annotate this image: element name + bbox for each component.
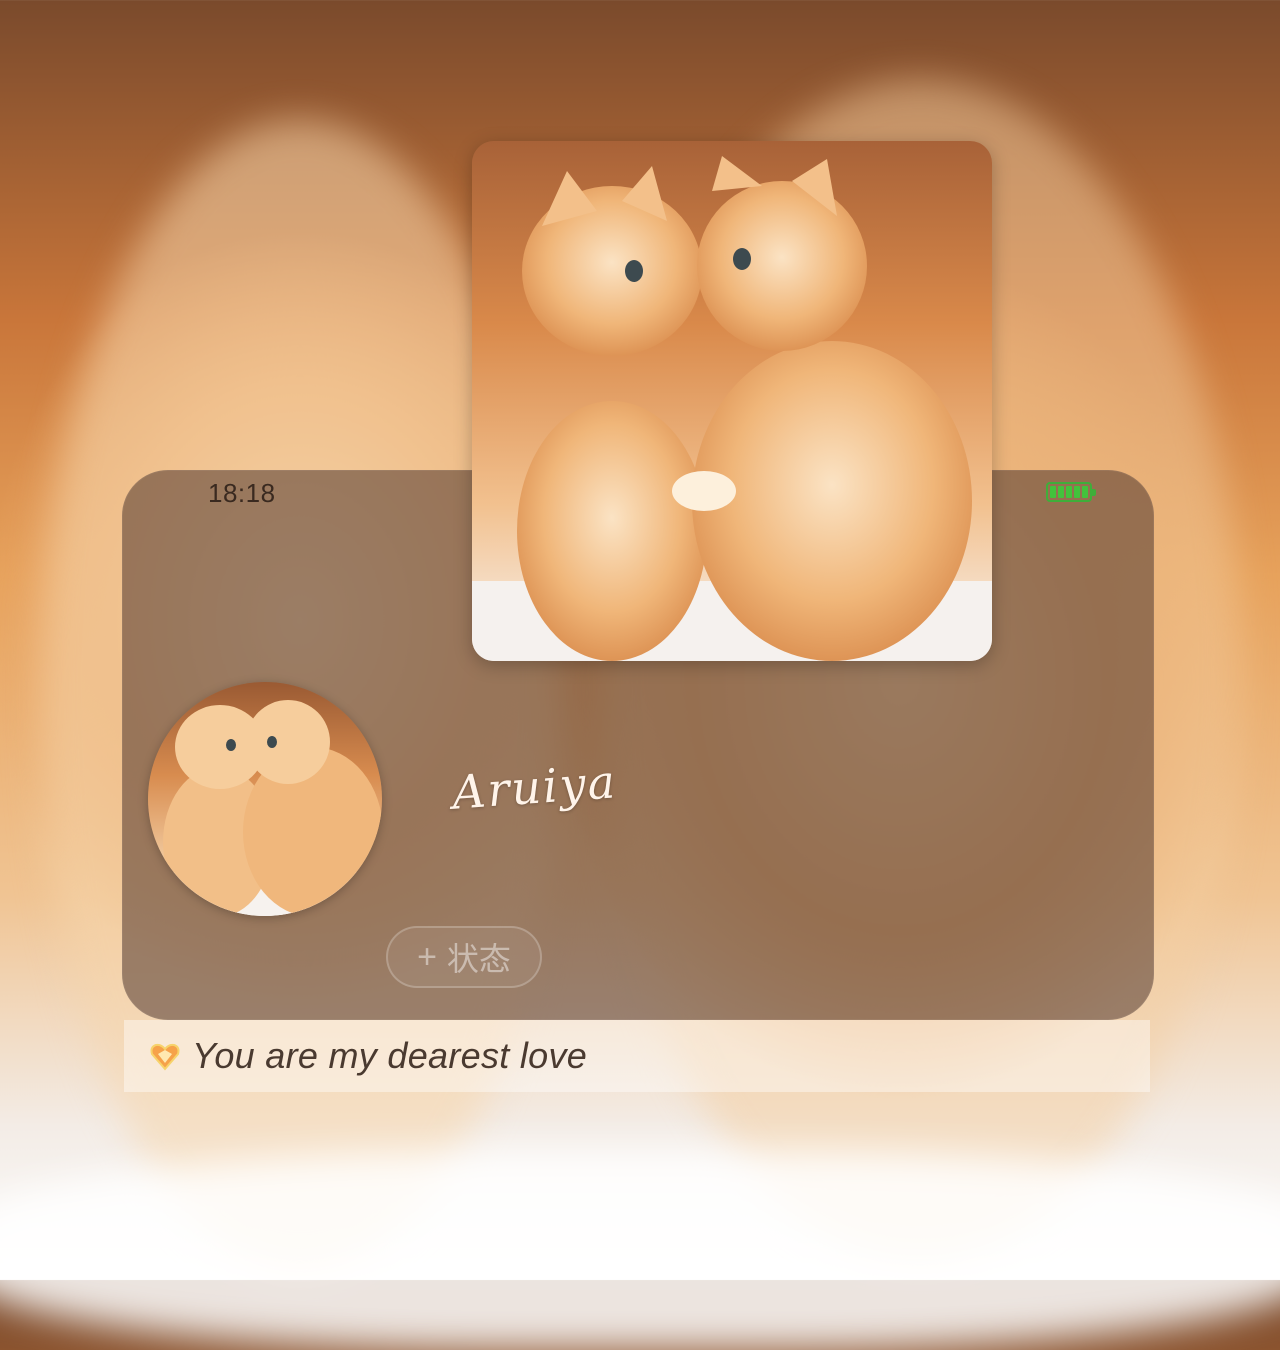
avatar[interactable] [148, 682, 382, 916]
bio-bar[interactable]: You are my dearest love [124, 1020, 1150, 1092]
signature-name: Aruiya [450, 754, 619, 820]
plus-icon: + [417, 938, 437, 976]
background-snow [0, 1150, 1280, 1350]
bio-text: You are my dearest love [192, 1035, 588, 1076]
status-button-label: 状态 [446, 941, 511, 977]
status-time: 18:18 [208, 478, 276, 508]
cover-photo[interactable] [472, 141, 992, 661]
avatar-image [148, 700, 382, 916]
add-status-button[interactable]: + 状态 [386, 926, 542, 988]
battery-icon [1046, 482, 1096, 502]
kittens-image [472, 156, 992, 661]
heart-icon [150, 1043, 180, 1071]
